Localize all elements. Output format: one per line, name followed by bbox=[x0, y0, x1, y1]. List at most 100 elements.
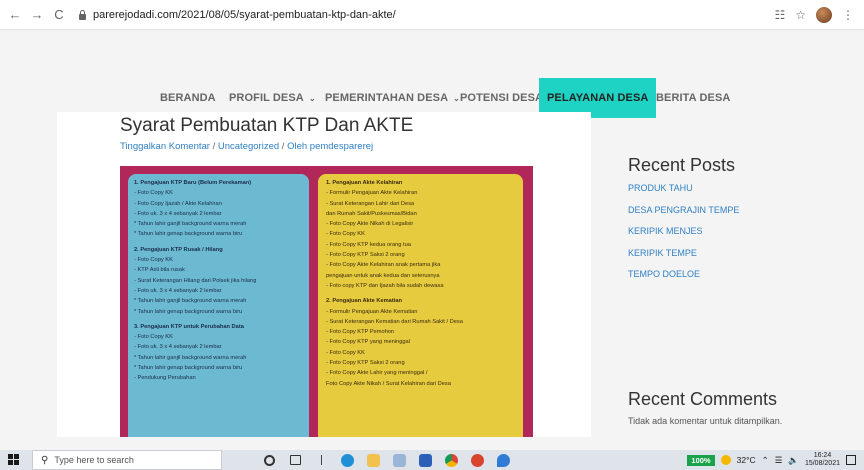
edge-icon[interactable] bbox=[334, 450, 360, 470]
requirement-line: - Foto Copy KK bbox=[134, 334, 173, 341]
nav-label[interactable]: PROFIL DESA bbox=[229, 92, 304, 104]
back-icon[interactable]: ← bbox=[6, 6, 24, 24]
site-navigation: BERANDA PROFIL DESA ⌄ PEMERINTAHAN DESA … bbox=[0, 30, 864, 118]
profile-avatar[interactable] bbox=[816, 6, 832, 23]
recent-posts-title: Recent Posts bbox=[628, 155, 736, 175]
requirement-line: - Surat Keterangan Hilang dari Polsek ji… bbox=[134, 277, 257, 284]
recent-comments-empty: Tidak ada komentar untuk ditampilkan. bbox=[628, 416, 783, 426]
requirement-line: * Tahun lahir genap background warna bir… bbox=[134, 365, 243, 372]
chrome-icon[interactable] bbox=[438, 450, 464, 470]
file-explorer-icon[interactable] bbox=[360, 450, 386, 470]
requirement-line: - Foto Copy KK bbox=[134, 190, 173, 197]
chevron-down-icon: ⌄ bbox=[308, 93, 316, 103]
requirement-line: - Foto uk. 3 x 4 sebanyak 2 lembar bbox=[134, 287, 222, 294]
requirement-line: - Foto Copy KK bbox=[326, 349, 365, 356]
bookmark-star-icon[interactable]: ☆ bbox=[795, 8, 806, 22]
tray-chevron-icon[interactable]: ⌃ bbox=[762, 455, 769, 466]
requirement-line: - Foto Copy Ijazah / Akte Kelahiran bbox=[134, 200, 222, 207]
system-tray: 100% 32°C ⌃ ☰ 🔈 16:24 15/08/2021 bbox=[687, 452, 856, 468]
recent-post-link[interactable]: DESA PENGRAJIN TEMPE bbox=[628, 205, 739, 227]
requirement-line: - Foto Copy KTP Pemohon bbox=[326, 329, 395, 336]
menu-icon[interactable]: ⋮ bbox=[842, 8, 854, 22]
forward-icon[interactable]: → bbox=[28, 6, 46, 24]
requirement-line: - Foto Copy KTP Saksi 2 orang bbox=[326, 360, 405, 367]
clock-date: 15/08/2021 bbox=[804, 460, 840, 467]
recent-post-link[interactable]: KERIPIK MENJES bbox=[628, 226, 739, 248]
browser-toolbar: ← → C parerejodadi.com/2021/08/05/syarat… bbox=[0, 0, 864, 30]
requirement-line: - Foto Copy Akte Nikah di Legalisir bbox=[326, 221, 414, 228]
clock[interactable]: 16:24 15/08/2021 bbox=[805, 452, 840, 468]
nav-item-berita-desa[interactable]: BERITA DESA bbox=[656, 78, 730, 118]
nav-label[interactable]: PELAYANAN DESA bbox=[547, 92, 648, 104]
app-icon[interactable] bbox=[386, 450, 412, 470]
requirement-line: - Foto Copy KTP yang meninggal bbox=[326, 339, 410, 346]
network-icon[interactable]: ☰ bbox=[775, 455, 783, 466]
author-link[interactable]: pemdesparerej bbox=[310, 141, 373, 152]
post-title: Syarat Pembuatan KTP Dan AKTE bbox=[120, 115, 414, 136]
volume-icon[interactable]: 🔈 bbox=[788, 455, 799, 466]
requirement-line: - Foto Copy KTP kedua orang tua bbox=[326, 241, 411, 248]
url-text[interactable]: parerejodadi.com/2021/08/05/syarat-pembu… bbox=[93, 9, 396, 21]
nav-label[interactable]: BERANDA bbox=[160, 92, 216, 104]
weather-sun-icon bbox=[720, 455, 731, 465]
search-icon: ⚲ bbox=[41, 454, 49, 466]
task-view-icon[interactable] bbox=[282, 450, 308, 470]
translate-icon[interactable]: ☷ bbox=[774, 8, 785, 22]
requirement-line: * Tahun lahir genap background warna bir… bbox=[134, 308, 243, 315]
temperature[interactable]: 32°C bbox=[737, 455, 756, 465]
post-meta: Tinggalkan Komentar / Uncategorized / Ol… bbox=[120, 141, 373, 152]
recent-post-link[interactable]: KERIPIK TEMPE bbox=[628, 248, 739, 270]
location-icon[interactable] bbox=[490, 450, 516, 470]
lock-icon bbox=[78, 9, 87, 20]
battery-indicator[interactable]: 100% bbox=[687, 454, 715, 466]
meta-separator: / bbox=[281, 141, 285, 152]
requirement-heading: 2. Pengajuan KTP Rusak / Hilang bbox=[134, 246, 223, 253]
requirement-line: dan Rumah Sakit/Puskesmas/Bidan bbox=[326, 210, 417, 217]
word-icon[interactable] bbox=[412, 450, 438, 470]
requirement-line: * Tahun lahir ganjil background warna me… bbox=[134, 354, 247, 361]
akte-requirements-panel: 1. Pengajuan Akte Kelahiran - Formulir Pe… bbox=[318, 174, 523, 437]
requirement-line: - Surat Keterangan Lahir dari Desa bbox=[326, 200, 415, 207]
requirement-heading: 2. Pengajuan Akte Kematian bbox=[326, 298, 402, 305]
requirement-line: - Foto Copy KK bbox=[326, 231, 365, 238]
requirement-line: * Tahun lahir genap background warna bir… bbox=[134, 231, 243, 238]
recent-post-link[interactable]: TEMPO DOELOE bbox=[628, 269, 739, 291]
chevron-down-icon: ⌄ bbox=[453, 93, 460, 103]
post-article: Syarat Pembuatan KTP Dan AKTE Tinggalkan… bbox=[57, 112, 591, 437]
requirement-line: - Foto Copy KK bbox=[134, 257, 173, 264]
notification-icon[interactable] bbox=[846, 455, 856, 465]
requirement-line: pengajuan untuk anak kedua dan seterusny… bbox=[326, 272, 440, 279]
clock-time: 16:24 bbox=[813, 452, 832, 459]
taskbar-search[interactable]: ⚲ Type here to search bbox=[32, 450, 222, 470]
taskbar-divider-icon bbox=[308, 450, 334, 470]
requirement-line: - Foto copy KTP dan Ijazah bila sudah de… bbox=[326, 282, 444, 289]
windows-start-icon[interactable] bbox=[8, 454, 20, 466]
cortana-icon[interactable] bbox=[256, 450, 282, 470]
requirement-line: - Foto Copy Akte Lahir yang meninggal / bbox=[326, 370, 428, 377]
address-bar[interactable]: parerejodadi.com/2021/08/05/syarat-pembu… bbox=[78, 4, 774, 26]
requirement-line: - Foto Copy KTP Saksi 2 orang bbox=[326, 252, 405, 259]
category-link[interactable]: Uncategorized bbox=[218, 141, 279, 152]
requirement-line: - KTP Asli bila rusak bbox=[134, 267, 185, 274]
comment-link[interactable]: Tinggalkan Komentar bbox=[120, 141, 210, 152]
nav-label[interactable]: PEMERINTAHAN DESA bbox=[325, 92, 448, 104]
ktp-requirements-panel: 1. Pengajuan KTP Baru (Belum Perekaman) -… bbox=[128, 174, 309, 437]
nav-label[interactable]: POTENSI DESA bbox=[460, 92, 543, 104]
requirement-heading: 1. Pengajuan KTP Baru (Belum Perekaman) bbox=[134, 180, 252, 186]
requirements-photo: 1. Pengajuan KTP Baru (Belum Perekaman) -… bbox=[120, 166, 533, 437]
requirement-line: - Foto Copy Akte Kelahiran anak pertama … bbox=[326, 262, 441, 269]
requirement-line: - Foto uk. 3 x 4 sebanyak 2 lembar bbox=[134, 210, 222, 217]
requirement-line: - Pendukung Perubahan bbox=[134, 375, 196, 382]
search-placeholder[interactable]: Type here to search bbox=[54, 455, 134, 465]
author-prefix: Oleh bbox=[287, 141, 308, 152]
requirement-line: * Tahun lahir ganjil background warna me… bbox=[134, 221, 247, 228]
recent-post-link[interactable]: PRODUK TAHU bbox=[628, 183, 739, 205]
recent-comments-title: Recent Comments bbox=[628, 389, 778, 409]
nav-label[interactable]: BERITA DESA bbox=[656, 92, 730, 104]
requirement-line: - Formulir Pengajuan Akte Kelahiran bbox=[326, 190, 418, 197]
recent-posts-list: PRODUK TAHU DESA PENGRAJIN TEMPE KERIPIK… bbox=[628, 183, 739, 291]
app-badge-icon[interactable] bbox=[464, 450, 490, 470]
reload-icon[interactable]: C bbox=[50, 6, 68, 24]
requirement-line: - Formulir Pengajuan Akte Kematian bbox=[326, 308, 418, 315]
requirement-line: Foto Copy Akte Nikah / Surat Kelahiran d… bbox=[326, 380, 451, 387]
